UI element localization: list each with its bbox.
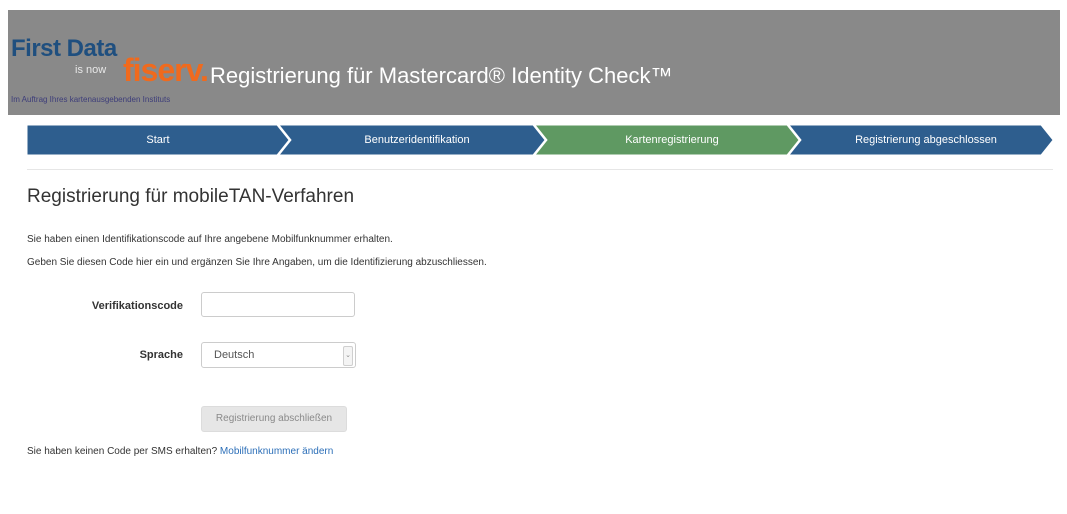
progress-steps: Start Benutzeridentifikation Kartenregis…	[27, 125, 1053, 155]
chevron-down-icon[interactable]: ⌄	[343, 346, 353, 366]
step-abgeschlossen-label: Registrierung abgeschlossen	[855, 134, 997, 146]
intro-line-2: Geben Sie diesen Code hier ein und ergän…	[27, 257, 487, 268]
intro-line-1: Sie haben einen Identifikationscode auf …	[27, 234, 393, 245]
step-start-label: Start	[146, 134, 170, 146]
step-benutzeridentifikation-label: Benutzeridentifikation	[364, 134, 470, 146]
step-kartenregistrierung-label: Kartenregistrierung	[625, 134, 719, 146]
language-select-value: Deutsch	[214, 349, 255, 361]
logo-fiserv: fiserv.	[123, 52, 209, 88]
language-label: Sprache	[139, 349, 183, 361]
verification-code-label: Verifikationscode	[91, 300, 183, 312]
logo-subline: Im Auftrag Ihres kartenausgebenden Insti…	[11, 95, 171, 104]
page-title: Registrierung für Mastercard® Identity C…	[210, 63, 673, 88]
logo-brand: First Data	[11, 35, 117, 62]
submit-registration-button[interactable]: Registrierung abschließen	[201, 406, 347, 432]
page-header: First Data is now fiserv. Im Auftrag Ihr…	[8, 10, 1060, 115]
verification-code-input[interactable]	[201, 292, 355, 317]
main-heading: Registrierung für mobileTAN-Verfahren	[27, 186, 355, 207]
language-select[interactable]: Deutsch ⌄	[201, 342, 356, 368]
sms-hint: Sie haben keinen Code per SMS erhalten? …	[27, 446, 333, 457]
section-divider	[27, 169, 1053, 170]
change-mobile-number-link[interactable]: Mobilfunknummer ändern	[220, 446, 333, 457]
sms-hint-text: Sie haben keinen Code per SMS erhalten?	[27, 446, 218, 457]
logo-is-now: is now	[75, 64, 107, 76]
first-data-fiserv-logo: First Data is now fiserv. Im Auftrag Ihr…	[11, 35, 209, 125]
